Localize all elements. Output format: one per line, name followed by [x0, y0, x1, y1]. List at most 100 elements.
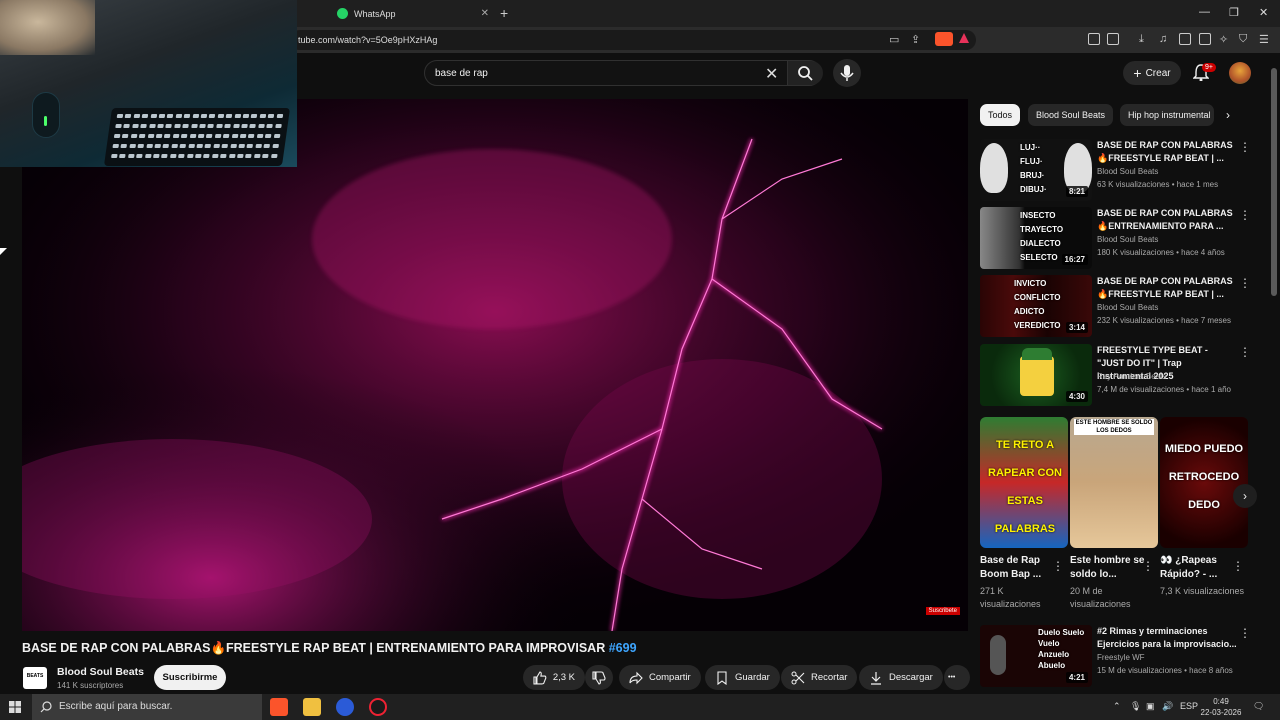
brave-rewards-icon[interactable]	[959, 33, 969, 43]
create-button[interactable]: + Crear	[1123, 61, 1181, 85]
sidebar-toggle-icon[interactable]	[1107, 33, 1119, 45]
short-title[interactable]: 👀 ¿Rapeas Rápido? - ...	[1160, 554, 1236, 582]
media-icon[interactable]: ♫	[1159, 33, 1167, 45]
tray-expand-icon[interactable]: ⌃	[1113, 701, 1121, 712]
clear-search-icon[interactable]: ✕	[765, 64, 778, 84]
video-hashtag[interactable]: #699	[609, 641, 637, 655]
more-actions-button[interactable]: •••	[944, 665, 970, 690]
reader-icon[interactable]	[1179, 33, 1191, 45]
rec-thumbnail[interactable]: Duelo Suelo Vuelo Anzuelo Abuelo 4:21	[980, 625, 1092, 687]
chip-all[interactable]: Todos	[980, 104, 1021, 126]
download-button[interactable]: Descargar	[859, 665, 943, 690]
rec-title[interactable]: BASE DE RAP CON PALABRAS 🔥FREESTYLE RAP …	[1097, 139, 1237, 165]
short-item[interactable]: ESTE HOMBRE SE SOLDO LOS DEDOS Este homb…	[1070, 417, 1158, 609]
channel-subscribers: 141 K suscriptores	[57, 681, 124, 690]
taskbar-clock[interactable]: 0:49 22-03-2026	[1200, 696, 1242, 718]
clip-button[interactable]: Recortar	[781, 665, 858, 690]
page-scrollbar[interactable]	[1271, 68, 1277, 296]
rec-thumbnail[interactable]: 4:30	[980, 344, 1092, 406]
list-item[interactable]: INSECTO TRAYECTO DIALECTO SELECTO 16:27 …	[980, 207, 1251, 271]
webcam-key	[262, 154, 269, 158]
shorts-next-icon[interactable]: ›	[1233, 484, 1257, 508]
new-tab-button[interactable]: +	[500, 5, 508, 21]
short-item[interactable]: MIEDO PUEDO RETROCEDO DEDO 👀 ¿Rapeas Ráp…	[1160, 417, 1248, 596]
share-button[interactable]: Compartir	[619, 665, 701, 690]
leo-ai-icon[interactable]: ✧	[1219, 33, 1228, 46]
file-explorer-icon[interactable]	[303, 698, 321, 716]
list-item[interactable]: 4:30 FREESTYLE TYPE BEAT - "JUST DO IT" …	[980, 344, 1251, 408]
video-player[interactable]: Suscribete	[22, 99, 968, 631]
more-vert-icon[interactable]: ⋮	[1232, 559, 1244, 573]
downloads-icon[interactable]: ⤓	[1139, 33, 1144, 46]
volume-icon[interactable]: 🔊	[1162, 701, 1173, 712]
tab-whatsapp[interactable]: WhatsApp ✕	[327, 0, 497, 27]
like-button[interactable]: 2,3 K	[523, 665, 585, 690]
rec-title[interactable]: #2 Rimas y terminaciones Ejercicios para…	[1097, 625, 1237, 651]
vpn-icon[interactable]: ⛉	[1239, 33, 1247, 46]
rec-channel[interactable]: Freestyle WF	[1097, 653, 1145, 662]
avatar[interactable]	[1229, 62, 1251, 84]
chip-hip-hop[interactable]: Hip hop instrumental	[1120, 104, 1214, 126]
rec-channel[interactable]: Rey Pandora Beats	[1097, 372, 1166, 381]
minimize-icon[interactable]: —	[1199, 6, 1210, 18]
chip-channel[interactable]: Blood Soul Beats	[1028, 104, 1114, 126]
more-vert-icon[interactable]: ⋮	[1239, 276, 1251, 290]
more-vert-icon[interactable]: ⋮	[1052, 559, 1064, 573]
save-button[interactable]: Guardar	[705, 665, 780, 690]
network-icon[interactable]: ▣	[1146, 701, 1155, 712]
short-title[interactable]: Este hombre se soldo lo...	[1070, 554, 1146, 582]
windows-start-icon[interactable]	[9, 701, 21, 713]
brave-shield-icon[interactable]	[935, 32, 953, 46]
webcam-key	[146, 144, 153, 148]
wallet-icon[interactable]	[1199, 33, 1211, 45]
tab-close-icon[interactable]: ✕	[481, 8, 489, 19]
app-taskbar-icon[interactable]	[336, 698, 354, 716]
brave-taskbar-icon[interactable]	[270, 698, 288, 716]
channel-logo[interactable]: BEATS	[23, 667, 47, 689]
obs-taskbar-icon[interactable]	[369, 698, 387, 716]
rec-thumbnail[interactable]: INVICTO CONFLICTO ADICTO VEREDICTO 3:14	[980, 275, 1092, 337]
subscribe-watermark[interactable]: Suscribete	[925, 607, 960, 615]
short-item[interactable]: TE RETO A RAPEAR CON ESTAS PALABRAS Base…	[980, 417, 1068, 609]
rec-title[interactable]: BASE DE RAP CON PALABRAS 🔥FREESTYLE RAP …	[1097, 275, 1237, 301]
extensions-icon[interactable]	[1088, 33, 1100, 45]
taskbar-search-input[interactable]: Escribe aquí para buscar.	[32, 694, 262, 720]
notification-center-icon[interactable]: 🗨	[1253, 701, 1264, 712]
short-thumbnail[interactable]: TE RETO A RAPEAR CON ESTAS PALABRAS	[980, 417, 1068, 548]
rec-thumbnail[interactable]: INSECTO TRAYECTO DIALECTO SELECTO 16:27	[980, 207, 1092, 269]
list-item[interactable]: Duelo Suelo Vuelo Anzuelo Abuelo 4:21 #2…	[980, 625, 1251, 689]
rec-thumbnail[interactable]: LUJ·· FLUJ· BRUJ· DIBUJ· 8:21	[980, 139, 1092, 201]
search-button[interactable]	[787, 61, 823, 85]
list-item[interactable]: LUJ·· FLUJ· BRUJ· DIBUJ· 8:21 BASE DE RA…	[980, 139, 1251, 203]
more-vert-icon[interactable]: ⋮	[1239, 626, 1251, 640]
mic-tray-icon[interactable]: 🎙	[1130, 701, 1141, 712]
restore-icon[interactable]: ❐	[1229, 6, 1239, 19]
more-vert-icon[interactable]: ⋮	[1239, 208, 1251, 222]
short-title[interactable]: Base de Rap Boom Bap ...	[980, 554, 1056, 582]
more-vert-icon[interactable]: ⋮	[1239, 140, 1251, 154]
channel-name[interactable]: Blood Soul Beats	[57, 666, 144, 678]
webcam-key	[249, 124, 257, 128]
chips-next-icon[interactable]: ›	[1226, 108, 1230, 122]
search-input[interactable]: base de rap ✕	[424, 60, 823, 86]
short-thumbnail[interactable]: ESTE HOMBRE SE SOLDO LOS DEDOS	[1070, 417, 1158, 548]
voice-search-button[interactable]	[833, 59, 861, 87]
close-window-icon[interactable]: ✕	[1259, 6, 1268, 19]
rec-title[interactable]: BASE DE RAP CON PALABRAS 🔥ENTRENAMIENTO …	[1097, 207, 1237, 233]
dislike-button[interactable]	[585, 665, 613, 690]
webcam-key	[189, 134, 197, 138]
cast-icon[interactable]: ▭	[889, 33, 899, 46]
language-indicator[interactable]: ESP	[1180, 701, 1198, 711]
rec-channel[interactable]: Blood Soul Beats	[1097, 235, 1158, 244]
rec-channel[interactable]: Blood Soul Beats	[1097, 303, 1158, 312]
menu-icon[interactable]: ☰	[1259, 33, 1269, 46]
rec-channel[interactable]: Blood Soul Beats	[1097, 167, 1158, 176]
subscribe-button[interactable]: Suscribirme	[154, 665, 226, 690]
list-item[interactable]: INVICTO CONFLICTO ADICTO VEREDICTO 3:14 …	[980, 275, 1251, 339]
short-thumbnail[interactable]: MIEDO PUEDO RETROCEDO DEDO	[1160, 417, 1248, 548]
more-vert-icon[interactable]: ⋮	[1142, 559, 1154, 573]
more-vert-icon[interactable]: ⋮	[1239, 345, 1251, 359]
webcam-key	[148, 124, 156, 128]
share-page-icon[interactable]: ⇪	[911, 33, 920, 46]
url-field[interactable]: tube.com/watch?v=5Oe9pHXzHAg	[290, 30, 976, 50]
